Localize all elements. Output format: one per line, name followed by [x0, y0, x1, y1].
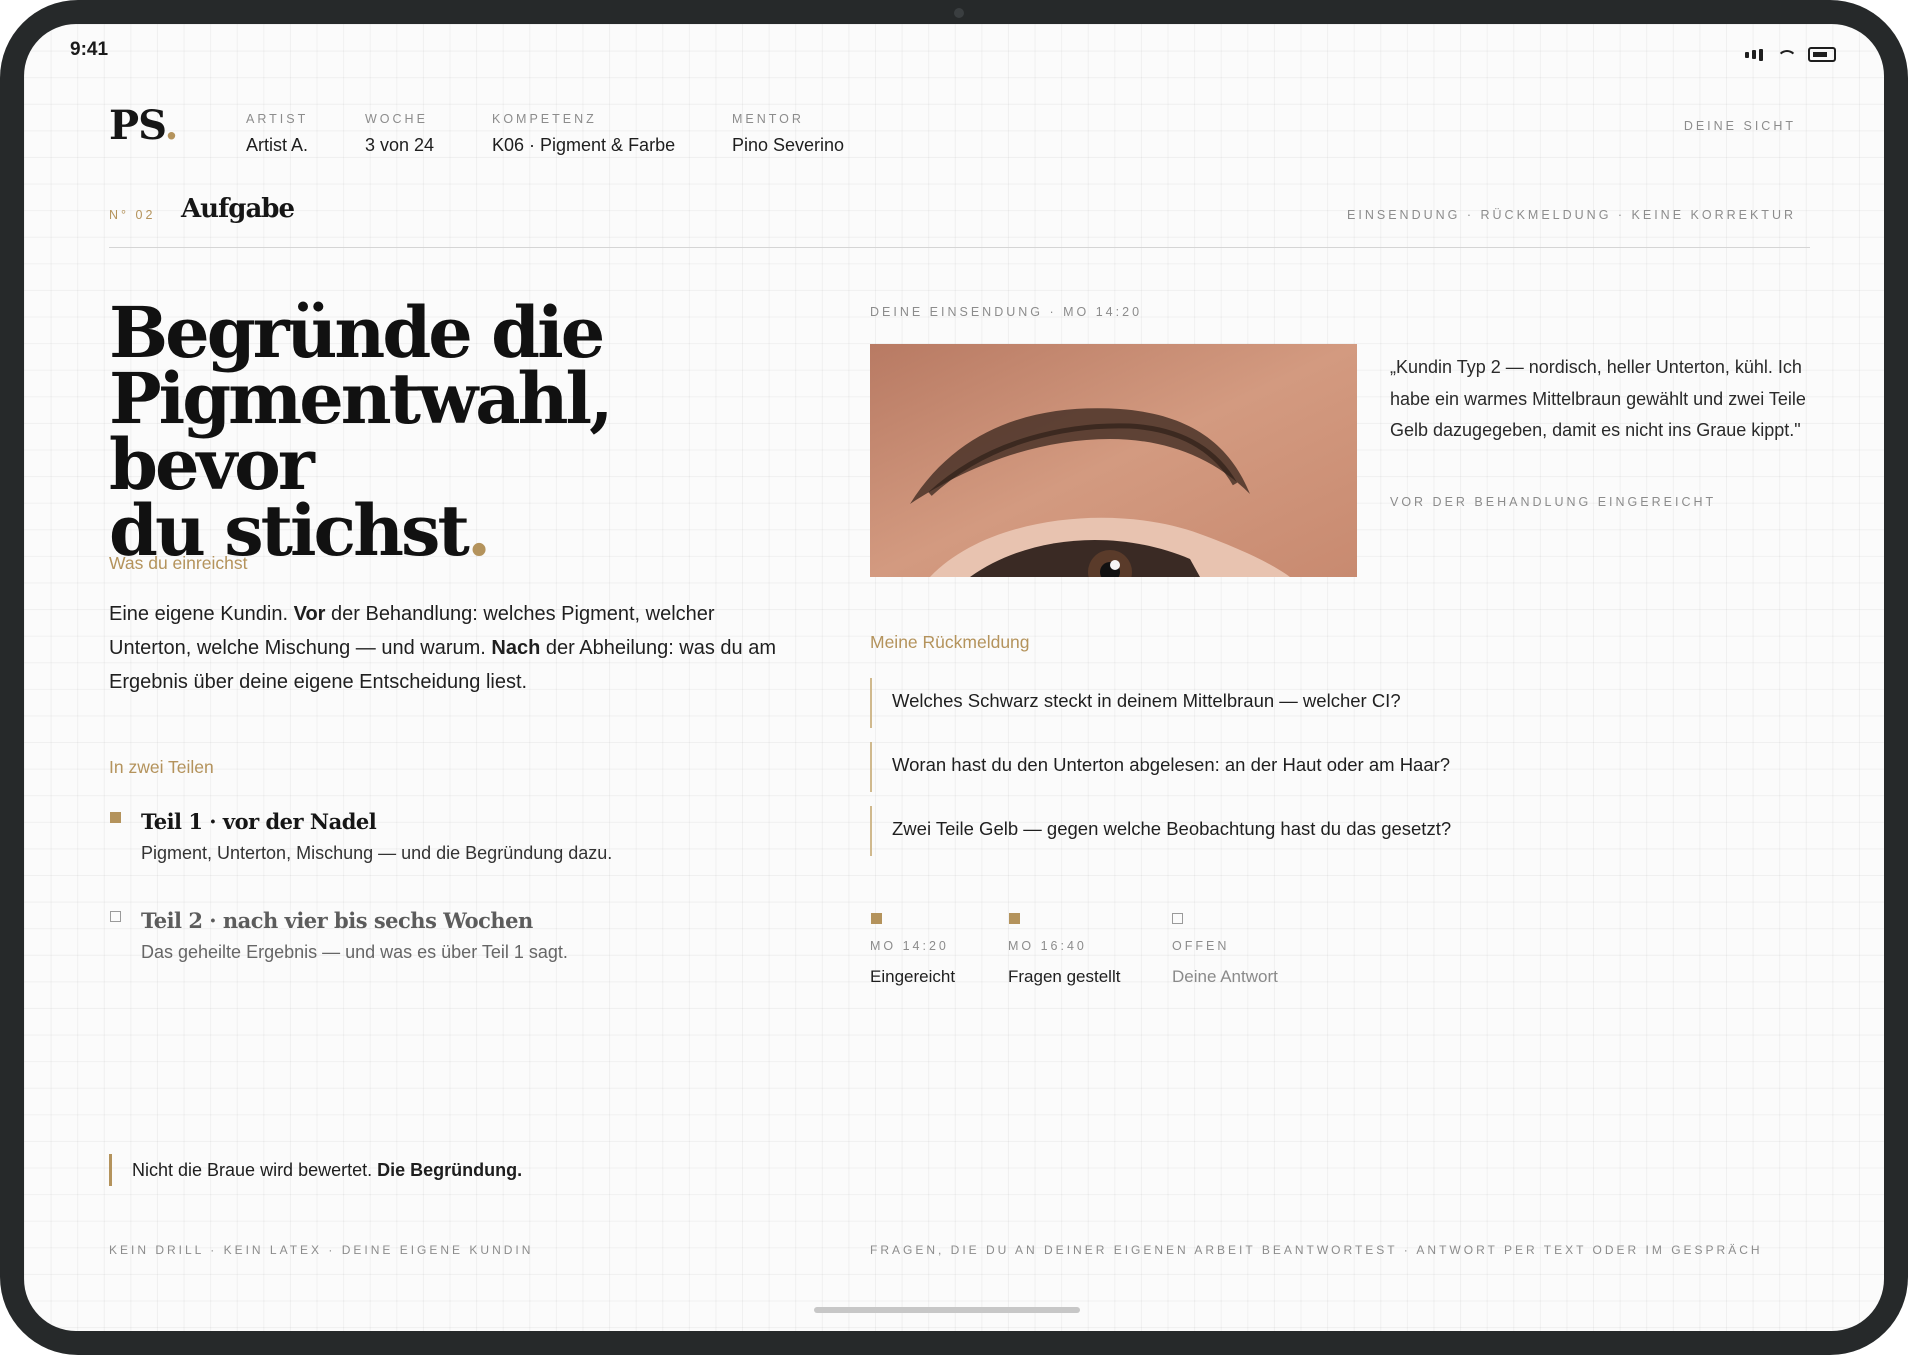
- part-1-title[interactable]: Teil 1 · vor der Nadel: [141, 809, 377, 834]
- timeline-2-time: MO 16:40: [1008, 939, 1087, 953]
- eyebrow-photo-icon: [870, 344, 1357, 577]
- meta-competence-key: KOMPETENZ: [492, 112, 597, 126]
- part-2-status-icon: [110, 911, 121, 922]
- footer-right: FRAGEN, DIE DU AN DEINER EIGENEN ARBEIT …: [870, 1243, 1763, 1257]
- section-title: Aufgabe: [181, 194, 295, 224]
- task-headline: Begründe die Pigmentwahl, bevor du stich…: [109, 291, 613, 572]
- submit-text: Eine eigene Kundin. Vor der Behandlung: …: [109, 603, 777, 693]
- logo[interactable]: PS.: [109, 102, 178, 149]
- timeline-1-icon: [871, 913, 882, 924]
- part-2-desc: Das geheilte Ergebnis — und was es über …: [141, 942, 568, 962]
- home-indicator[interactable]: [814, 1307, 1080, 1313]
- meta-mentor-key: MENTOR: [732, 112, 804, 126]
- timeline-1-label: Eingereicht: [870, 967, 956, 986]
- timeline-3-answer[interactable]: Deine Antwort: [1172, 967, 1278, 987]
- tablet-frame: 9:41 PS. ARTIST Artist A. WOCHE 3 von 24…: [0, 0, 1908, 1355]
- feedback-question-3[interactable]: Zwei Teile Gelb — gegen welche Beobachtu…: [870, 806, 1792, 856]
- status-time: 9:41: [70, 39, 109, 60]
- submission-photo[interactable]: [870, 344, 1357, 577]
- part-2-title[interactable]: Teil 2 · nach vier bis sechs Wochen: [141, 908, 533, 933]
- footer-left: KEIN DRILL · KEIN LATEX · DEINE EIGENE K…: [109, 1243, 534, 1257]
- submission-label: DEINE EINSENDUNG · MO 14:20: [870, 305, 1143, 319]
- camera-dot: [954, 8, 964, 18]
- submit-label: Was du einreichst: [109, 553, 248, 573]
- section-number: N° 02: [109, 208, 156, 222]
- timeline-2-label: Fragen gestellt: [1008, 967, 1121, 986]
- status-icons: [1744, 44, 1836, 63]
- divider: [109, 247, 1810, 248]
- footer-note: Nicht die Braue wird bewertet. Die Begrü…: [109, 1154, 522, 1186]
- meta-week-key: WOCHE: [365, 112, 428, 126]
- submission-quote: „Kundin Typ 2 — nordisch, heller Unterto…: [1390, 357, 1806, 440]
- section-steps: EINSENDUNG · RÜCKMELDUNG · KEINE KORREKT…: [1347, 208, 1796, 222]
- timeline-3-time: OFFEN: [1172, 939, 1230, 953]
- view-toggle[interactable]: DEINE SICHT: [1684, 119, 1796, 133]
- wifi-icon: [1776, 49, 1797, 60]
- screen: 9:41 PS. ARTIST Artist A. WOCHE 3 von 24…: [24, 24, 1884, 1331]
- feedback-question-1[interactable]: Welches Schwarz steckt in deinem Mittelb…: [870, 678, 1792, 728]
- battery-icon: [1808, 47, 1836, 62]
- submission-note: VOR DER BEHANDLUNG EINGEREICHT: [1390, 495, 1717, 509]
- feedback-question-2[interactable]: Woran hast du den Unterton abgelesen: an…: [870, 742, 1792, 792]
- part-1-status-icon: [110, 812, 121, 823]
- feedback-label: Meine Rückmeldung: [870, 632, 1030, 652]
- meta-mentor-value: Pino Severino: [732, 135, 845, 155]
- meta-week-value: 3 von 24: [365, 135, 435, 155]
- parts-label: In zwei Teilen: [109, 757, 214, 777]
- meta-artist-value: Artist A.: [246, 135, 309, 155]
- signal-icon: [1744, 51, 1749, 58]
- meta-competence-value: K06 · Pigment & Farbe: [492, 135, 676, 155]
- part-1-desc: Pigment, Unterton, Mischung — und die Be…: [141, 843, 613, 863]
- timeline-1-time: MO 14:20: [870, 939, 949, 953]
- timeline-3-icon: [1172, 913, 1183, 924]
- timeline-2-icon: [1009, 913, 1020, 924]
- meta-artist-key: ARTIST: [246, 112, 309, 126]
